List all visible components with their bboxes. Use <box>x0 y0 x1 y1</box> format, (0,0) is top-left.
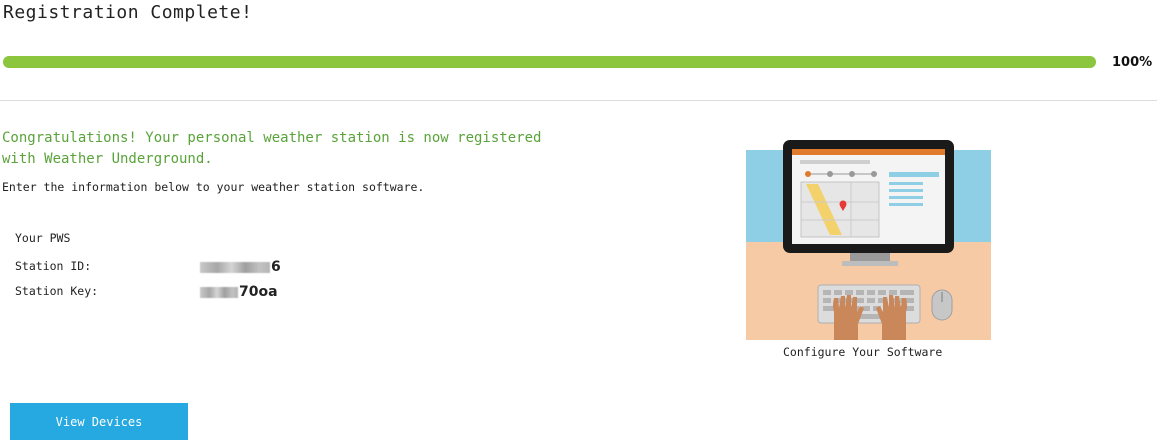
station-key-value: 70oa <box>200 284 278 300</box>
station-key-label: Station Key: <box>15 284 99 298</box>
screen-sidebar-line <box>889 182 923 185</box>
view-devices-button[interactable]: View Devices <box>10 403 188 440</box>
monitor-base <box>842 261 898 266</box>
divider <box>0 100 1157 101</box>
screen-sidebar-line <box>889 203 923 206</box>
station-id-value: 6 <box>200 259 281 275</box>
step-dot-icon <box>805 171 811 177</box>
instructions-text: Enter the information below to your weat… <box>2 180 425 194</box>
step-dot-icon <box>871 171 877 177</box>
redacted-blur <box>200 261 270 273</box>
progress-percent: 100% <box>1112 55 1153 70</box>
illustration-caption: Configure Your Software <box>783 345 943 359</box>
screen-sidebar-line <box>889 196 923 199</box>
screen-sidebar-line <box>889 189 923 192</box>
computer-setup-illustration <box>746 140 991 340</box>
redacted-blur <box>200 286 238 298</box>
progress-fill <box>3 56 1096 68</box>
congratulations-message: Congratulations! Your personal weather s… <box>2 130 542 167</box>
screen-sidebar-line <box>889 172 939 177</box>
step-dot-icon <box>849 171 855 177</box>
page-title: Registration Complete! <box>3 2 253 23</box>
station-id-label: Station ID: <box>15 259 92 273</box>
station-id-visible-text: 6 <box>271 259 281 275</box>
station-key-visible-text: 70oa <box>239 284 278 300</box>
screen-header-line <box>800 160 870 164</box>
screen-top-bar <box>792 149 945 155</box>
pws-heading: Your PWS <box>15 231 71 245</box>
progress-bar <box>3 56 1096 68</box>
step-dot-icon <box>827 171 833 177</box>
